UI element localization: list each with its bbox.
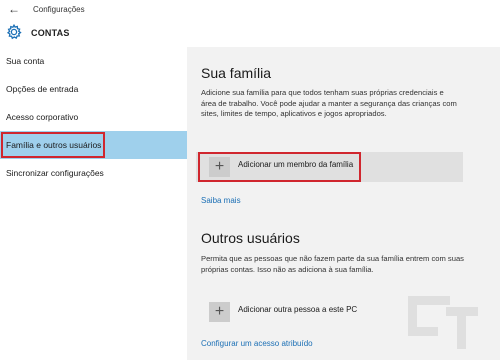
others-description: Permita que as pessoas que não fazem par… [201,254,464,274]
plus-icon: + [209,302,230,322]
family-heading: Sua família [201,65,272,81]
page-header: CONTAS [0,20,500,46]
section-title: CONTAS [31,28,70,38]
add-other-person-label: Adicionar outra pessoa a este PC [238,305,358,314]
sidebar-item-label: Opções de entrada [6,84,79,94]
sidebar: Sua conta Opções de entrada Acesso corpo… [0,47,187,360]
sidebar-item-label: Sincronizar configurações [6,168,104,178]
assigned-access-link[interactable]: Configurar um acesso atribuído [201,339,313,348]
sidebar-item-opcoes-de-entrada[interactable]: Opções de entrada [0,75,187,103]
back-arrow-icon[interactable]: ← [8,3,20,15]
sidebar-item-label: Sua conta [6,56,45,66]
app-title: Configurações [33,5,85,14]
sidebar-item-familia-e-outros-usuarios[interactable]: Família e outros usuários [0,131,187,159]
highlight-box [198,152,361,182]
sidebar-item-label: Família e outros usuários [6,140,102,150]
sidebar-item-label: Acesso corporativo [6,112,79,122]
add-family-member-button[interactable]: + Adicionar um membro da família [196,152,463,182]
sidebar-item-sincronizar-configuracoes[interactable]: Sincronizar configurações [0,159,187,187]
watermark-logo [408,296,478,349]
title-bar: ← Configurações [0,0,500,20]
family-description: Adicione sua família para que todos tenh… [201,88,457,118]
learn-more-link[interactable]: Saiba mais [201,196,241,205]
gear-icon [6,24,22,40]
others-heading: Outros usuários [201,230,300,246]
sidebar-item-sua-conta[interactable]: Sua conta [0,47,187,75]
sidebar-item-acesso-corporativo[interactable]: Acesso corporativo [0,103,187,131]
